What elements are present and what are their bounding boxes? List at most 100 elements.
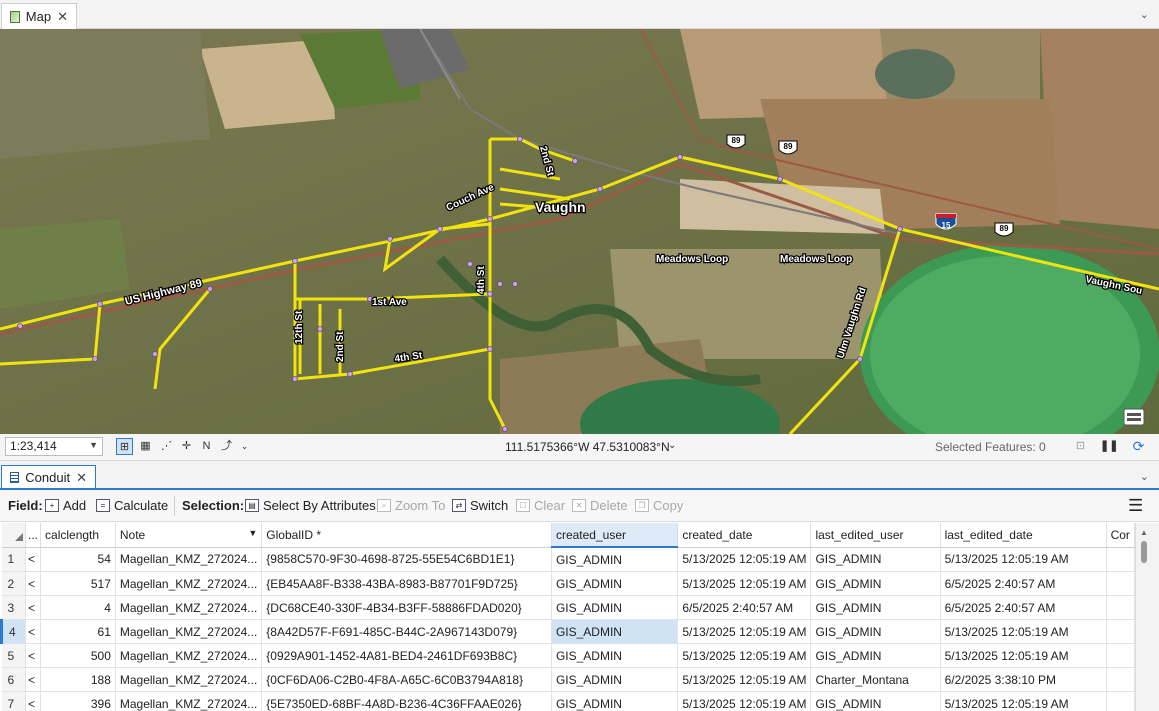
cell-created-date[interactable]: 5/13/2025 12:05:19 AM [677, 691, 812, 711]
cell-last-edited-date[interactable]: 5/13/2025 12:05:19 AM [940, 619, 1107, 644]
table-row[interactable]: 1 <54 Magellan_KMZ_272024... {9858C570-9F30… [1, 547, 1135, 572]
cell-last-edited-date[interactable]: 5/13/2025 12:05:19 AM [940, 547, 1107, 572]
map-canvas[interactable]: Vaughn Couch Ave 2nd St US Highway 89 1s… [0, 29, 1159, 434]
cell-globalid[interactable]: {0CF6DA06-C2B0-4F8A-A65C-6C0B3794A818} [261, 667, 552, 692]
table-vertical-scrollbar[interactable]: ▲ [1135, 523, 1159, 711]
cell-last-edited-user[interactable]: GIS_ADMIN [810, 571, 941, 596]
cell-created-date[interactable]: 5/13/2025 12:05:19 AM [677, 571, 812, 596]
cell-last-edited-date[interactable]: 5/13/2025 12:05:19 AM [940, 643, 1107, 668]
scroll-up-icon[interactable]: ▲ [1140, 528, 1148, 537]
table-row[interactable]: 3 <4 Magellan_KMZ_272024... {DC68CE40-330F-… [1, 595, 1135, 620]
scale-select[interactable]: 1:23,414 ▼ [5, 437, 103, 456]
cell-cor[interactable] [1106, 595, 1135, 620]
cell-last-edited-user[interactable]: GIS_ADMIN [810, 619, 941, 644]
cell-cor[interactable] [1106, 667, 1135, 692]
cell-last-edited-user[interactable]: Charter_Montana [810, 667, 941, 692]
cell-created-date[interactable]: 5/13/2025 12:05:19 AM [677, 667, 812, 692]
row-number[interactable]: 3 [1, 595, 27, 620]
column-header-created-user[interactable]: created_user [551, 523, 679, 548]
row-marker[interactable]: < [25, 547, 42, 572]
cell-created-user[interactable]: GIS_ADMIN [551, 547, 679, 572]
cell-calclength[interactable]: 188 [40, 667, 116, 692]
cell-created-user[interactable]: GIS_ADMIN [551, 643, 679, 668]
refresh-icon[interactable]: ⟳ [1130, 438, 1147, 455]
clear-button[interactable]: ☐ Clear [516, 498, 565, 513]
correction-icon[interactable]: ⤴ [218, 438, 235, 455]
coordinate-format-chevron-icon[interactable]: ⌄ [668, 440, 676, 451]
constraints-icon[interactable]: ⋰ [158, 438, 175, 455]
row-marker[interactable]: < [25, 595, 42, 620]
cell-created-date[interactable]: 5/13/2025 12:05:19 AM [677, 619, 812, 644]
cell-globalid[interactable]: {5E7350ED-68BF-4A8D-B236-4C36FFAAE026} [261, 691, 552, 711]
select-by-attributes-button[interactable]: ▤ Select By Attributes [245, 498, 376, 513]
chevron-down-icon[interactable]: ⌄ [236, 438, 253, 455]
table-row[interactable]: 5 <500 Magellan_KMZ_272024... {0929A901-145… [1, 643, 1135, 668]
cell-created-date[interactable]: 5/13/2025 12:05:19 AM [677, 547, 812, 572]
cell-note[interactable]: Magellan_KMZ_272024... [115, 595, 263, 620]
column-header-last-edited-user[interactable]: last_edited_user [810, 523, 941, 548]
cell-calclength[interactable]: 396 [40, 691, 116, 711]
row-marker[interactable]: < [25, 643, 42, 668]
cell-cor[interactable] [1106, 619, 1135, 644]
table-row[interactable]: 6 <188 Magellan_KMZ_272024... {0CF6DA06-C2B… [1, 667, 1135, 692]
cell-globalid[interactable]: {0929A901-1452-4A81-BED4-2461DF693B8C} [261, 643, 552, 668]
cell-globalid[interactable]: {DC68CE40-330F-4B34-B3FF-58886FDAD020} [261, 595, 552, 620]
row-number[interactable]: 1 [1, 547, 27, 572]
column-header-calclength[interactable]: calclength [40, 523, 116, 548]
cell-note[interactable]: Magellan_KMZ_272024... [115, 667, 263, 692]
cell-globalid[interactable]: {8A42D57F-F691-485C-B44C-2A967143D079} [261, 619, 552, 644]
cell-globalid[interactable]: {9858C570-9F30-4698-8725-55E54C6BD1E1} [261, 547, 552, 572]
table-row[interactable]: 7 <396 Magellan_KMZ_272024... {5E7350ED-68B… [1, 691, 1135, 711]
delete-button[interactable]: ✕ Delete [572, 498, 628, 513]
switch-button[interactable]: ⇄ Switch [452, 498, 508, 513]
cell-created-user[interactable]: GIS_ADMIN [551, 571, 679, 596]
tab-map[interactable]: Map ✕ [1, 3, 77, 29]
cell-note[interactable]: Magellan_KMZ_272024... [115, 547, 263, 572]
row-marker[interactable]: < [25, 619, 42, 644]
calculate-button[interactable]: = Calculate [96, 498, 168, 513]
close-icon[interactable]: ✕ [76, 471, 87, 484]
row-marker[interactable]: < [25, 691, 42, 711]
cell-last-edited-date[interactable]: 6/5/2025 2:40:57 AM [940, 571, 1107, 596]
cell-calclength[interactable]: 4 [40, 595, 116, 620]
cell-created-user[interactable]: GIS_ADMIN [551, 595, 679, 620]
add-field-button[interactable]: + Add [45, 498, 86, 513]
row-number[interactable]: 2 [1, 571, 27, 596]
cell-calclength[interactable]: 500 [40, 643, 116, 668]
tab-conduit[interactable]: Conduit ✕ [1, 465, 96, 488]
cell-calclength[interactable]: 54 [40, 547, 116, 572]
chevron-down-icon[interactable]: ⌄ [1140, 8, 1149, 21]
basemap-toggle-icon[interactable] [1123, 408, 1145, 426]
cell-note[interactable]: Magellan_KMZ_272024... [115, 643, 263, 668]
cell-note[interactable]: Magellan_KMZ_272024... [115, 691, 263, 711]
column-header-last-edited-date[interactable]: last_edited_date [940, 523, 1107, 548]
cell-created-user[interactable]: GIS_ADMIN [551, 619, 679, 644]
zoom-to-button[interactable]: ⌕ Zoom To [377, 498, 445, 513]
table-row[interactable]: 4 <61 Magellan_KMZ_272024... {8A42D57F-F691… [0, 619, 1135, 644]
grid-icon[interactable]: ▦ [137, 438, 154, 455]
cell-cor[interactable] [1106, 571, 1135, 596]
cell-last-edited-user[interactable]: GIS_ADMIN [810, 547, 941, 572]
cell-cor[interactable] [1106, 547, 1135, 572]
cell-created-user[interactable]: GIS_ADMIN [551, 667, 679, 692]
cell-last-edited-user[interactable]: GIS_ADMIN [810, 595, 941, 620]
cell-created-user[interactable]: GIS_ADMIN [551, 691, 679, 711]
scrollbar-thumb[interactable] [1141, 541, 1147, 563]
cell-created-date[interactable]: 6/5/2025 2:40:57 AM [677, 595, 812, 620]
row-number[interactable]: 5 [1, 643, 27, 668]
cell-cor[interactable] [1106, 691, 1135, 711]
cell-calclength[interactable]: 61 [40, 619, 116, 644]
filter-icon[interactable]: ⊡ [1072, 438, 1089, 455]
row-number[interactable]: 7 [1, 691, 27, 711]
cell-created-date[interactable]: 5/13/2025 12:05:19 AM [677, 643, 812, 668]
chevron-down-icon[interactable]: ⌄ [1140, 470, 1149, 483]
dimensions-icon[interactable]: ✛ [178, 438, 195, 455]
pause-icon[interactable]: ❚❚ [1100, 438, 1118, 455]
column-header-cor[interactable]: Cor [1106, 523, 1135, 548]
snapping-icon[interactable]: ⊞ [116, 438, 133, 455]
column-header-created-date[interactable]: created_date [677, 523, 812, 548]
row-marker[interactable]: < [25, 667, 42, 692]
cell-last-edited-date[interactable]: 5/13/2025 12:05:19 AM [940, 691, 1107, 711]
column-header-more[interactable]: ... [25, 523, 42, 548]
cell-last-edited-date[interactable]: 6/2/2025 3:38:10 PM [940, 667, 1107, 692]
